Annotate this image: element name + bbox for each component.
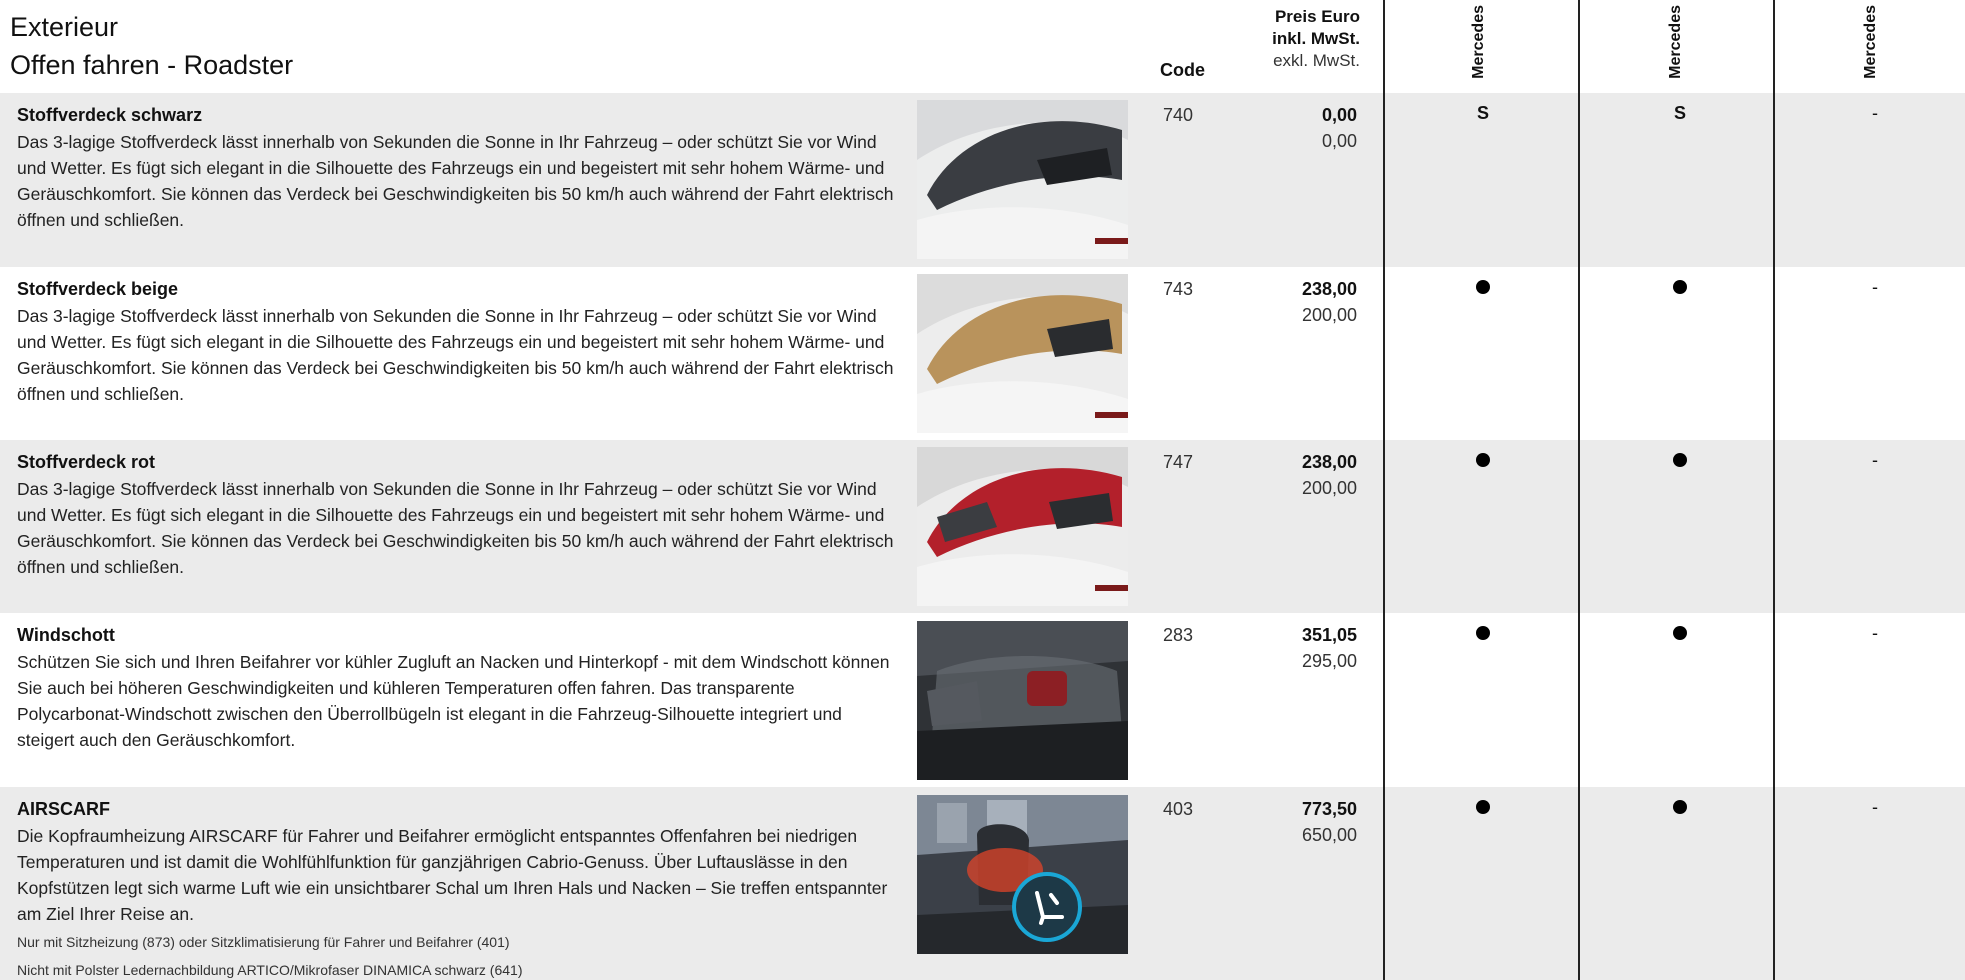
price-inkl: 0,00 — [1321, 105, 1357, 125]
availability-none: - — [1872, 277, 1878, 297]
model-column-header-1: Mercedes — [1467, 0, 1497, 93]
price-column-header: Preis Euro inkl. MwSt. exkl. MwSt. — [1232, 6, 1360, 72]
table-row: Stoffverdeck beige Das 3-lagige Stoffver… — [0, 267, 1965, 440]
code-column-header: Code — [1160, 60, 1205, 80]
page-title: Exterieur — [10, 12, 119, 42]
option-note: Nicht mit Polster Ledernachbildung ARTIC… — [17, 962, 523, 978]
option-name: AIRSCARF — [17, 799, 110, 819]
table-row: Stoffverdeck rot Das 3-lagige Stoffverde… — [0, 440, 1965, 613]
option-image-airscarf — [917, 795, 1128, 954]
availability-optional — [1468, 797, 1498, 819]
column-divider — [1578, 0, 1580, 980]
availability-optional — [1468, 277, 1498, 299]
model-column-header-2: Mercedes — [1664, 0, 1694, 93]
option-description: Das 3-lagige Stoffverdeck lässt innerhal… — [17, 306, 894, 404]
price-inkl: 238,00 — [1301, 279, 1357, 299]
optional-dot-icon — [1673, 626, 1687, 640]
table-row: Stoffverdeck schwarz Das 3-lagige Stoffv… — [0, 93, 1965, 267]
table-row: AIRSCARF Die Kopfraumheizung AIRSCARF fü… — [0, 787, 1965, 980]
availability-optional — [1665, 797, 1695, 819]
model-name: Mercedes — [1862, 5, 1879, 79]
model-name: Mercedes — [1470, 5, 1487, 79]
availability-optional — [1665, 623, 1695, 645]
option-code: 740 — [1163, 105, 1194, 125]
column-divider — [1383, 0, 1385, 980]
model-name: Mercedes — [1667, 5, 1684, 79]
table-header: Exterieur Offen fahren - Roadster Code P… — [0, 0, 1965, 93]
optional-dot-icon — [1476, 280, 1490, 294]
option-image-black-roof — [917, 100, 1128, 259]
price-exkl: 200,00 — [1301, 305, 1357, 325]
price-exkl: 200,00 — [1301, 478, 1357, 498]
price-inkl: 773,50 — [1301, 799, 1357, 819]
availability-optional — [1665, 450, 1695, 472]
option-code: 283 — [1163, 625, 1194, 645]
option-name: Windschott — [17, 625, 115, 645]
price-header-line2: inkl. MwSt. — [1272, 29, 1360, 48]
optional-dot-icon — [1476, 800, 1490, 814]
price-header-line3: exkl. MwSt. — [1273, 51, 1360, 70]
optional-dot-icon — [1673, 453, 1687, 467]
table-row: Windschott Schützen Sie sich und Ihren B… — [0, 613, 1965, 787]
model-column-header-3: Mercedes — [1859, 0, 1889, 93]
option-code: 403 — [1163, 799, 1194, 819]
option-code: 747 — [1163, 452, 1194, 472]
option-description: Schützen Sie sich und Ihren Beifahrer vo… — [17, 652, 890, 750]
price-inkl: 351,05 — [1301, 625, 1357, 645]
option-name: Stoffverdeck schwarz — [17, 105, 203, 125]
availability-none: - — [1872, 103, 1878, 123]
optional-dot-icon — [1673, 800, 1687, 814]
option-image-red-roof — [917, 447, 1128, 606]
availability-none: - — [1872, 797, 1878, 817]
option-description: Die Kopfraumheizung AIRSCARF für Fahrer … — [17, 826, 888, 924]
option-name: Stoffverdeck rot — [17, 452, 156, 472]
option-description: Das 3-lagige Stoffverdeck lässt innerhal… — [17, 479, 894, 577]
optional-dot-icon — [1476, 453, 1490, 467]
availability-optional — [1468, 450, 1498, 472]
option-image-beige-roof — [917, 274, 1128, 433]
availability-standard: S — [1476, 103, 1489, 123]
availability-optional — [1468, 623, 1498, 645]
availability-none: - — [1872, 450, 1878, 470]
availability-none: - — [1872, 623, 1878, 643]
availability-optional — [1665, 277, 1695, 299]
price-inkl: 238,00 — [1301, 452, 1357, 472]
price-exkl: 650,00 — [1301, 825, 1357, 845]
price-exkl: 0,00 — [1321, 131, 1357, 151]
option-description: Das 3-lagige Stoffverdeck lässt innerhal… — [17, 132, 894, 230]
optional-dot-icon — [1476, 626, 1490, 640]
column-divider — [1773, 0, 1775, 980]
option-code: 743 — [1163, 279, 1194, 299]
option-name: Stoffverdeck beige — [17, 279, 179, 299]
option-note: Nur mit Sitzheizung (873) oder Sitzklima… — [17, 934, 510, 950]
availability-standard: S — [1673, 103, 1686, 123]
price-header-line1: Preis Euro — [1274, 7, 1360, 26]
option-image-windschott — [917, 621, 1128, 780]
optional-dot-icon — [1673, 280, 1687, 294]
price-exkl: 295,00 — [1301, 651, 1357, 671]
page-subtitle: Offen fahren - Roadster — [10, 50, 294, 80]
